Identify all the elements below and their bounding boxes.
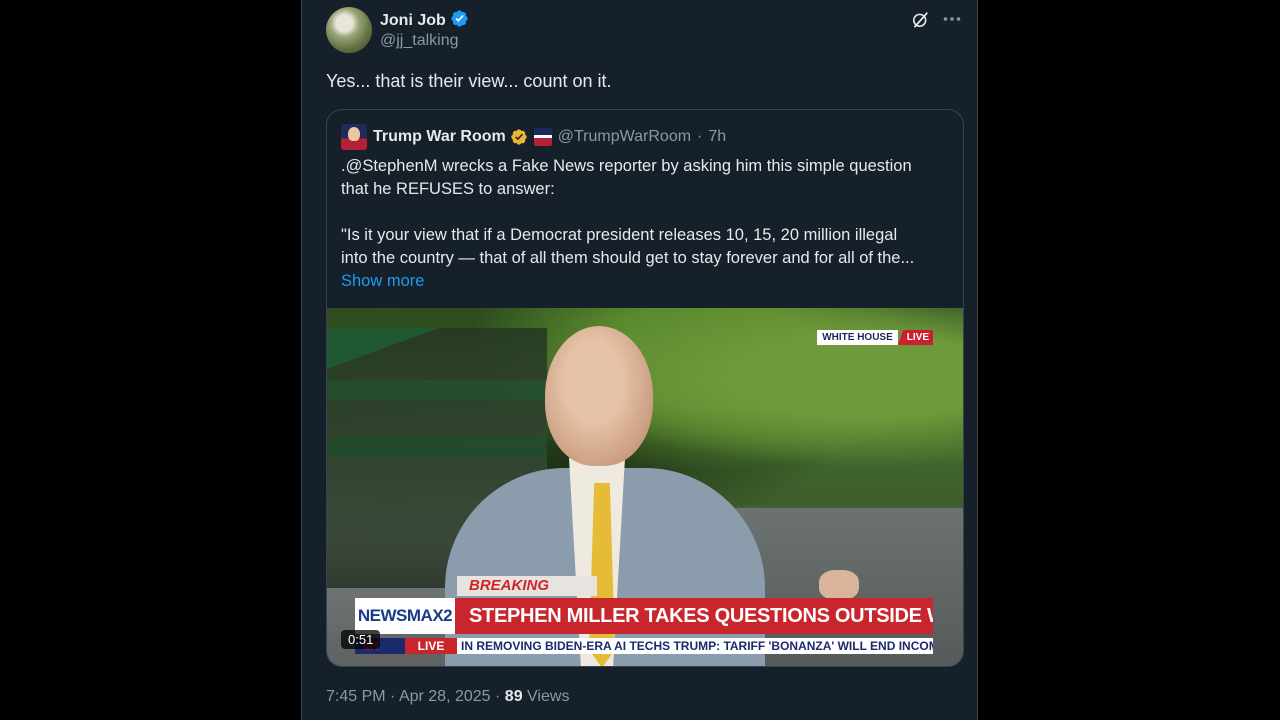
tweet-time[interactable]: 7:45 PM: [326, 688, 386, 705]
gold-verified-badge-icon: [511, 129, 527, 145]
author-handle[interactable]: @jj_talking: [380, 32, 459, 50]
speaker-head: [545, 326, 653, 466]
quoted-text: .@StephenM wrecks a Fake News reporter b…: [341, 155, 953, 293]
chyron-headline: STEPHEN MILLER TAKES QUESTIONS OUTSIDE W…: [455, 598, 933, 634]
meta-separator: ·: [495, 688, 501, 705]
verified-badge-icon: [451, 10, 468, 27]
breaking-news-label: BREAKING NEWS: [457, 576, 597, 614]
news-ticker: MT LIVE IN REMOVING BIDEN-ERA AI TECHS T…: [355, 638, 933, 654]
author-avatar[interactable]: [326, 7, 372, 53]
location-tag: WHITE HOUSE LIVE: [817, 330, 933, 345]
tweet-text: Yes... that is their view... count on it…: [326, 71, 612, 91]
views-count[interactable]: 89: [505, 688, 523, 705]
quoted-header: Trump War Room @TrumpWarRoom · 7h: [341, 124, 726, 150]
video-player[interactable]: WHITE HOUSE LIVE BREAKING NEWS NEWSMAX2 …: [327, 308, 963, 666]
ticker-crawl: IN REMOVING BIDEN-ERA AI TECHS TRUMP: TA…: [457, 638, 933, 654]
quoted-line-4: into the country — that of all them shou…: [341, 249, 915, 267]
quoted-separator: ·: [697, 128, 703, 145]
quoted-author-name[interactable]: Trump War Room: [373, 128, 506, 146]
quoted-avatar[interactable]: [341, 124, 367, 150]
tweet-date[interactable]: Apr 28, 2025: [399, 688, 491, 705]
location-label: WHITE HOUSE: [817, 330, 898, 345]
speaker-hand: [819, 570, 859, 600]
quoted-line-3: "Is it your view that if a Democrat pres…: [341, 226, 898, 244]
show-more-link[interactable]: Show more: [341, 270, 953, 293]
quoted-line-2: that he REFUSES to answer:: [341, 180, 555, 198]
quoted-age[interactable]: 7h: [708, 128, 726, 146]
top-actions: [909, 8, 963, 30]
tweet-meta: 7:45 PM · Apr 28, 2025 · 89 Views: [326, 688, 569, 706]
affiliate-badge-icon: [533, 128, 552, 146]
author-name-row[interactable]: Joni Job: [380, 9, 469, 30]
ticker-live: LIVE: [405, 638, 457, 654]
meta-separator: ·: [390, 688, 396, 705]
grok-icon[interactable]: [909, 8, 931, 30]
quoted-handle[interactable]: @TrumpWarRoom: [558, 128, 691, 146]
views-label: Views: [527, 688, 570, 705]
video-duration: 0:51: [341, 630, 381, 649]
live-label: LIVE: [897, 330, 933, 345]
author-name[interactable]: Joni Job: [380, 12, 446, 29]
more-icon[interactable]: [941, 8, 963, 30]
quoted-tweet[interactable]: Trump War Room @TrumpWarRoom · 7h .@Step…: [326, 109, 964, 667]
network-logo: NEWSMAX2: [355, 598, 455, 634]
quoted-line-1: .@StephenM wrecks a Fake News reporter b…: [341, 157, 912, 175]
tweet-panel: Joni Job @jj_talking Yes... that is thei…: [301, 0, 978, 720]
